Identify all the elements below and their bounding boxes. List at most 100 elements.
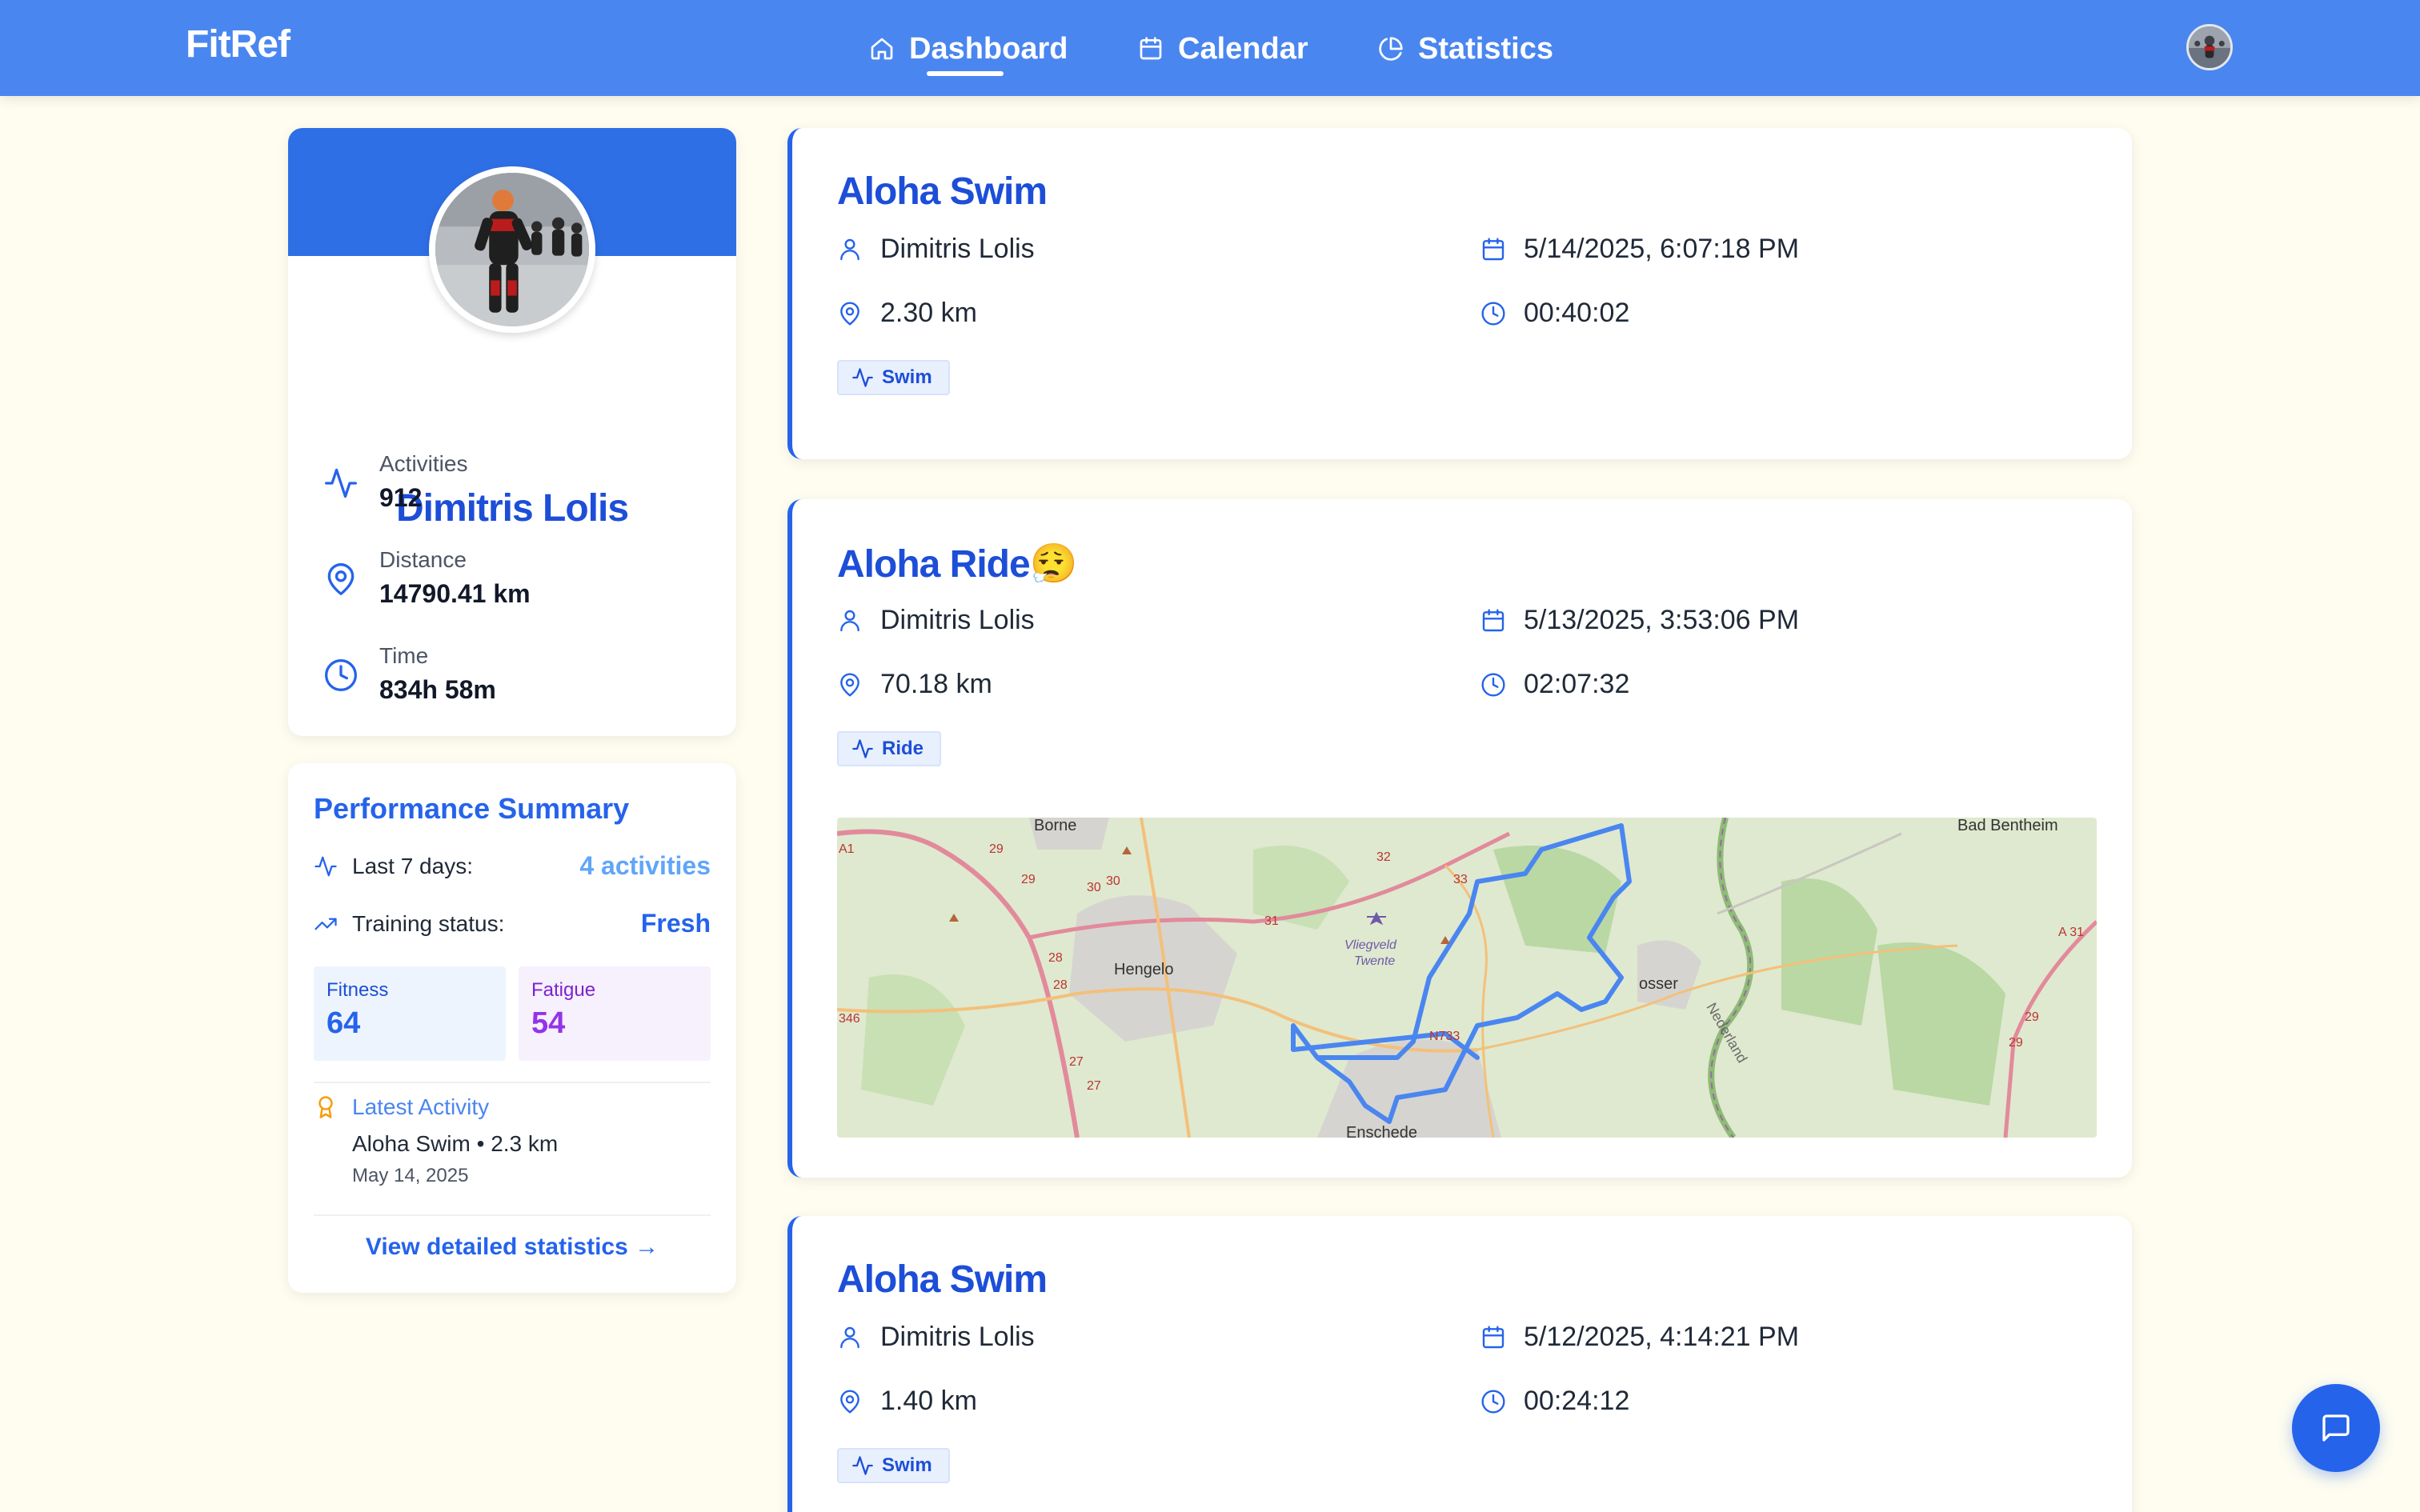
activity-duration: 00:40:02 <box>1480 298 1629 329</box>
activity-date: 5/13/2025, 3:53:06 PM <box>1480 605 1799 636</box>
user-icon <box>840 238 859 260</box>
activity-card[interactable]: Aloha Swim Dimitris Lolis 5/12/2025, 4:1… <box>787 1216 2132 1512</box>
map-label-29: 29 <box>1021 873 1036 886</box>
clock-icon <box>1481 301 1505 326</box>
fitness-label: Fitness <box>327 979 389 1001</box>
map-pin-icon <box>327 563 355 595</box>
avatar-photo <box>2189 26 2230 68</box>
trending-up-icon <box>315 918 337 930</box>
nav-calendar[interactable]: Calendar <box>1138 29 1308 69</box>
nav-statistics[interactable]: Statistics <box>1378 29 1553 69</box>
latest-activity-summary: Aloha Swim • 2.3 km <box>352 1131 559 1156</box>
latest-activity-date: May 14, 2025 <box>352 1165 469 1186</box>
activity-distance-text: 70.18 km <box>880 669 992 699</box>
training-status-value: Fresh <box>640 909 711 938</box>
map-pin-icon <box>840 302 859 326</box>
pie-chart-icon <box>1379 37 1403 61</box>
activity-icon <box>852 739 873 758</box>
route-map[interactable]: Borne Hengelo Bad Bentheim osser Ensched… <box>837 818 2097 1138</box>
activity-title[interactable]: Aloha Swim <box>837 1258 1048 1302</box>
brand-logo[interactable]: FitRef <box>186 22 290 66</box>
clock-icon <box>1481 1389 1505 1414</box>
stat-activities-value: 912 <box>379 483 423 512</box>
view-detailed-statistics-link[interactable]: View detailed statistics → <box>288 1234 736 1261</box>
map-label-29: 29 <box>2009 1036 2023 1050</box>
calendar-icon <box>1482 1325 1504 1348</box>
activity-date: 5/12/2025, 4:14:21 PM <box>1480 1322 1799 1353</box>
map-label-27: 27 <box>1087 1079 1101 1093</box>
fatigue-box: Fatigue 54 <box>519 966 711 1061</box>
chat-button[interactable] <box>2292 1384 2380 1472</box>
nav-dashboard[interactable]: Dashboard <box>869 29 1068 69</box>
map-label-30: 30 <box>1087 881 1101 894</box>
activity-athlete: Dimitris Lolis <box>837 234 1035 265</box>
last-7-days-row: Last 7 days: 4 activities <box>314 851 711 881</box>
map-label-31: 31 <box>1264 914 1279 928</box>
user-avatar[interactable] <box>2186 24 2233 70</box>
training-status-label: Training status: <box>352 910 505 936</box>
activity-card[interactable]: Aloha Ride😮‍💨 Dimitris Lolis 5/13/2025, … <box>787 499 2132 1178</box>
activity-icon <box>852 368 873 387</box>
activity-title[interactable]: Aloha Swim <box>837 170 1048 214</box>
nav-dashboard-label: Dashboard <box>909 31 1068 66</box>
stat-time-value: 834h 58m <box>379 675 496 704</box>
map-label-borne: Borne <box>1034 818 1076 834</box>
latest-activity: Latest Activity Aloha Swim • 2.3 km May … <box>314 1094 558 1187</box>
stat-distance: Distance 14790.41 km <box>323 544 531 611</box>
calendar-icon <box>1482 608 1504 631</box>
activity-duration-text: 00:40:02 <box>1524 298 1630 328</box>
map-label-27: 27 <box>1069 1055 1084 1069</box>
activity-duration: 00:24:12 <box>1480 1386 1629 1417</box>
map-label-29: 29 <box>989 842 1004 856</box>
stat-distance-value: 14790.41 km <box>379 579 531 608</box>
profile-card: Dimitris Lolis Activities 912 Distance 1… <box>288 128 736 736</box>
activity-date: 5/14/2025, 6:07:18 PM <box>1480 234 1799 265</box>
fitness-value: 64 <box>327 1006 361 1040</box>
map-label-hengelo: Hengelo <box>1114 961 1174 978</box>
stat-activities-label: Activities <box>379 451 468 476</box>
fatigue-label: Fatigue <box>531 979 596 1001</box>
top-navbar: FitRef Dashboard Calendar Statistics <box>0 0 2420 96</box>
map-label-vliegveld: Vliegveld <box>1344 938 1397 952</box>
calendar-icon <box>1140 37 1162 60</box>
activity-icon <box>852 1456 873 1475</box>
fitness-box: Fitness 64 <box>314 966 506 1061</box>
clock-icon <box>1481 672 1505 697</box>
profile-photo <box>429 166 595 333</box>
activity-card[interactable]: Aloha Swim Dimitris Lolis 5/14/2025, 6:0… <box>787 128 2132 459</box>
map-label-30: 30 <box>1106 874 1120 888</box>
map-label-29: 29 <box>2025 1010 2039 1024</box>
active-tab-indicator <box>927 71 1004 76</box>
activity-date-text: 5/12/2025, 4:14:21 PM <box>1524 1322 1800 1352</box>
activity-athlete: Dimitris Lolis <box>837 1322 1035 1353</box>
map-label-346: 346 <box>839 1012 860 1026</box>
stat-activities: Activities 912 <box>323 448 467 515</box>
map-label-twente: Twente <box>1354 954 1395 968</box>
map-pin-icon <box>840 1390 859 1414</box>
user-icon <box>840 610 859 631</box>
activity-icon <box>315 856 337 876</box>
clock-icon <box>325 659 357 691</box>
map-label-a1: A1 <box>839 842 855 856</box>
last-7-days-value: 4 activities <box>579 851 711 880</box>
stat-time: Time 834h 58m <box>323 640 496 707</box>
activity-athlete-name: Dimitris Lolis <box>880 605 1035 635</box>
activity-type-label: Ride <box>882 738 924 759</box>
latest-activity-label: Latest Activity <box>352 1094 490 1119</box>
map-label-a31: A 31 <box>2058 926 2084 939</box>
fatigue-value: 54 <box>531 1006 566 1040</box>
user-icon <box>840 1326 859 1348</box>
message-square-icon <box>2322 1414 2350 1442</box>
activity-type-tag: Swim <box>837 360 950 395</box>
activity-date-text: 5/13/2025, 3:53:06 PM <box>1524 605 1800 635</box>
award-icon <box>319 1096 333 1118</box>
activity-title[interactable]: Aloha Ride😮‍💨 <box>837 541 1077 586</box>
stat-distance-label: Distance <box>379 547 467 572</box>
activity-type-label: Swim <box>882 366 932 388</box>
last-7-days-label: Last 7 days: <box>352 853 473 878</box>
activity-duration-text: 00:24:12 <box>1524 1386 1630 1416</box>
nav-statistics-label: Statistics <box>1418 31 1553 66</box>
performance-summary-card: Performance Summary Last 7 days: 4 activ… <box>288 763 736 1293</box>
map-label-28: 28 <box>1048 951 1063 965</box>
activity-type-label: Swim <box>882 1454 932 1476</box>
